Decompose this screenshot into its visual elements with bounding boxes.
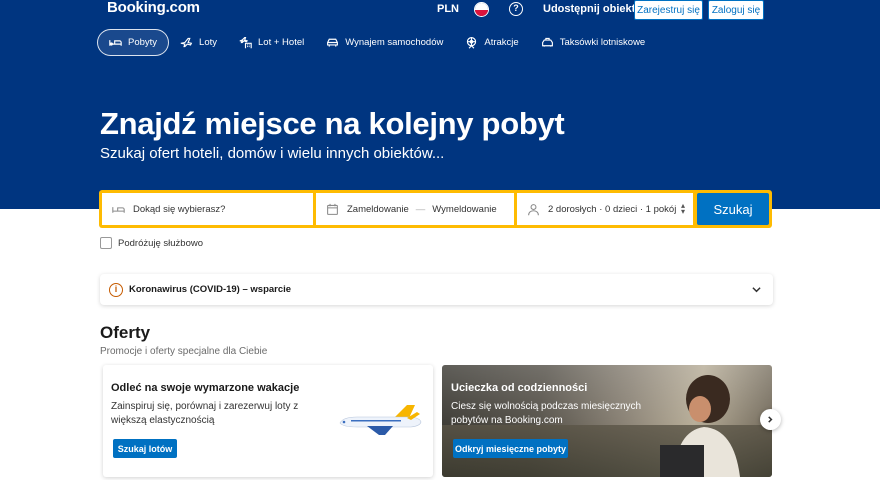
business-travel-option[interactable]: Podróżuję służbowo	[100, 237, 203, 249]
offer-card-title: Odleć na swoje wymarzone wakacje	[111, 382, 300, 394]
nav-item-airport-taxis[interactable]: Taksówki lotniskowe	[530, 29, 657, 56]
plane-hotel-icon	[239, 37, 252, 49]
chevron-updown-icon: ▴ ▾	[680, 201, 685, 216]
offer-card-title: Ucieczka od codzienności	[451, 382, 588, 394]
carousel-next-button[interactable]	[760, 409, 781, 430]
nav-item-flight-hotel[interactable]: Lot + Hotel	[228, 29, 315, 56]
nav-item-label: Lot + Hotel	[258, 37, 305, 48]
page-subtitle: Szukaj ofert hoteli, domów i wielu innyc…	[100, 145, 445, 162]
guests-field[interactable]: 2 dorosłych · 0 dzieci · 1 pokój ▴ ▾	[517, 193, 693, 225]
nav-item-flights[interactable]: Loty	[169, 29, 228, 56]
checkout-label: Wymeldowanie	[432, 203, 497, 215]
top-bar: Booking.com PLN ? Udostępnij obiekt Zare…	[0, 0, 880, 22]
offer-card-text: Zainspiruj się, porównaj i zarezerwuj lo…	[111, 401, 299, 426]
search-button[interactable]: Szukaj	[697, 193, 769, 225]
offers-title: Oferty	[100, 323, 151, 342]
woman-working-photo-icon	[660, 375, 740, 477]
bed-icon	[112, 206, 125, 213]
nav-item-stays[interactable]: Pobyty	[97, 29, 170, 56]
attractions-icon	[467, 37, 477, 49]
calendar-icon	[327, 203, 338, 215]
business-travel-checkbox[interactable]	[100, 237, 112, 249]
search-flights-button[interactable]: Szukaj lotów	[113, 439, 177, 458]
guests-summary: 2 dorosłych · 0 dzieci · 1 pokój	[548, 203, 677, 215]
destination-field[interactable]: Dokąd się wybierasz?	[102, 193, 313, 225]
currency-selector[interactable]: PLN	[437, 3, 459, 15]
page-title: Znajdź miejsce na kolejny pobyt	[100, 106, 565, 141]
covid-support-text: Koronawirus (COVID-19) – wsparcie	[129, 284, 292, 295]
nav-item-label: Loty	[199, 37, 218, 48]
offer-card-monthly-stays: Ucieczka od codzienności Ciesz się wolno…	[442, 365, 772, 477]
booking-logo[interactable]: Booking.com	[107, 0, 200, 16]
nav-item-label: Wynajem samochodów	[345, 37, 444, 48]
list-property-link[interactable]: Udostępnij obiekt	[543, 3, 635, 15]
search-bar: Dokąd się wybierasz? Zameldowanie — Wyme…	[99, 190, 772, 228]
hero-banner: Booking.com PLN ? Udostępnij obiekt Zare…	[0, 0, 880, 209]
airplane-illustration-icon	[339, 405, 422, 435]
person-icon	[528, 203, 539, 215]
checkin-label: Zameldowanie	[347, 203, 409, 215]
discover-monthly-stays-button[interactable]: Odkryj miesięczne pobyty	[453, 439, 568, 458]
login-button[interactable]: Zaloguj się	[708, 0, 764, 20]
bed-icon	[109, 40, 122, 46]
covid-support-banner[interactable]: i Koronawirus (COVID-19) – wsparcie	[100, 274, 773, 305]
info-icon: i	[109, 282, 123, 297]
offers-subtitle: Promocje i oferty specjalne dla Ciebie	[100, 346, 268, 357]
plane-icon	[180, 37, 193, 48]
register-button[interactable]: Zarejestruj się	[634, 0, 703, 20]
date-separator: —	[415, 203, 426, 215]
destination-placeholder: Dokąd się wybierasz?	[133, 203, 226, 215]
nav-item-car-rental[interactable]: Wynajem samochodów	[315, 29, 454, 56]
offer-card-text: Ciesz się wolnością podczas miesięcznych…	[451, 401, 642, 426]
product-nav: Pobyty Loty Lot + Hotel Wynajem samochod…	[97, 29, 656, 56]
nav-item-label: Atrakcje	[484, 37, 519, 48]
taxi-icon	[541, 37, 553, 47]
date-range-field[interactable]: Zameldowanie — Wymeldowanie	[316, 193, 514, 225]
chevron-down-icon[interactable]	[752, 285, 761, 294]
nav-item-label: Pobyty	[128, 37, 158, 48]
chevron-right-icon	[768, 416, 773, 423]
offer-card-flights: Odleć na swoje wymarzone wakacje Zainspi…	[103, 365, 433, 477]
car-icon	[327, 38, 339, 47]
poland-flag-icon[interactable]	[474, 2, 489, 17]
nav-item-label: Taksówki lotniskowe	[559, 37, 646, 48]
business-travel-label: Podróżuję służbowo	[118, 237, 204, 249]
question-circle-icon[interactable]: ?	[509, 2, 523, 16]
nav-item-attractions[interactable]: Atrakcje	[454, 29, 529, 56]
